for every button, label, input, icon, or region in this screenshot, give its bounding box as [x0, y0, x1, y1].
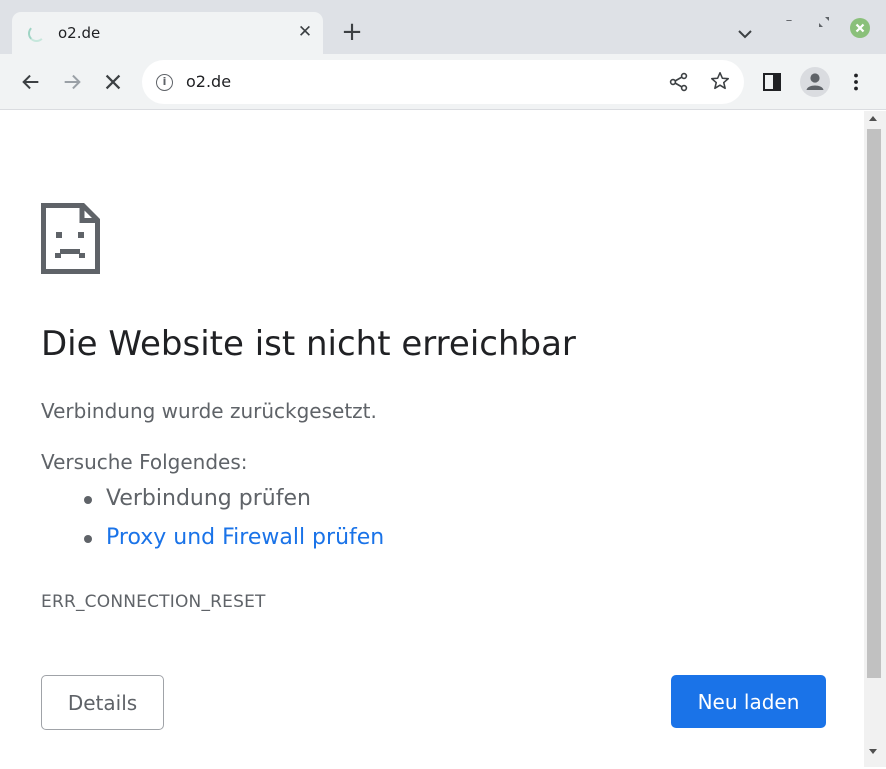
loading-spinner-icon	[28, 25, 45, 42]
info-icon[interactable]: i	[156, 74, 173, 91]
tab-title: o2.de	[58, 24, 101, 42]
scrollbar-thumb[interactable]	[867, 129, 881, 678]
side-panel-icon[interactable]	[762, 72, 782, 92]
error-code: ERR_CONNECTION_RESET	[41, 592, 266, 612]
error-page: Die Website ist nicht erreichbar Verbind…	[0, 111, 864, 767]
star-icon[interactable]	[709, 70, 731, 92]
sad-document-icon	[41, 203, 100, 274]
plus-icon[interactable]: +	[338, 18, 366, 46]
chevron-down-icon[interactable]	[735, 24, 755, 44]
suggestion-text: Verbindung prüfen	[106, 486, 311, 511]
reload-button[interactable]: Neu laden	[671, 675, 826, 728]
stop-icon[interactable]	[97, 66, 129, 98]
address-bar[interactable]: i o2.de	[142, 60, 744, 104]
browser-window: o2.de ✕ + – i o2.de Die Website ist nich…	[0, 0, 886, 769]
details-button[interactable]: Details	[41, 675, 164, 730]
restore-icon[interactable]	[816, 14, 832, 30]
error-subtext: Verbindung wurde zurückgesetzt.	[41, 399, 377, 423]
proxy-firewall-link[interactable]: Proxy und Firewall prüfen	[106, 525, 384, 550]
profile-icon[interactable]	[800, 67, 830, 97]
error-heading: Die Website ist nicht erreichbar	[41, 324, 576, 364]
tab-o2[interactable]: o2.de ✕	[12, 12, 323, 54]
close-icon[interactable]: ✕	[295, 22, 315, 42]
scroll-up-icon[interactable]	[868, 114, 878, 122]
bullet	[84, 496, 92, 504]
window-close-icon[interactable]	[850, 18, 870, 38]
toolbar: i o2.de	[0, 54, 886, 110]
back-arrow-icon[interactable]	[15, 66, 47, 98]
bullet	[84, 535, 92, 543]
suggestions-label: Versuche Folgendes:	[41, 450, 248, 474]
scroll-down-icon[interactable]	[868, 748, 878, 756]
forward-arrow-icon[interactable]	[56, 66, 88, 98]
share-icon[interactable]	[669, 72, 689, 92]
minimize-icon[interactable]: –	[782, 14, 796, 28]
tab-strip: o2.de ✕ + –	[0, 0, 886, 54]
kebab-menu-icon[interactable]	[846, 72, 866, 92]
url-text[interactable]: o2.de	[186, 72, 231, 91]
